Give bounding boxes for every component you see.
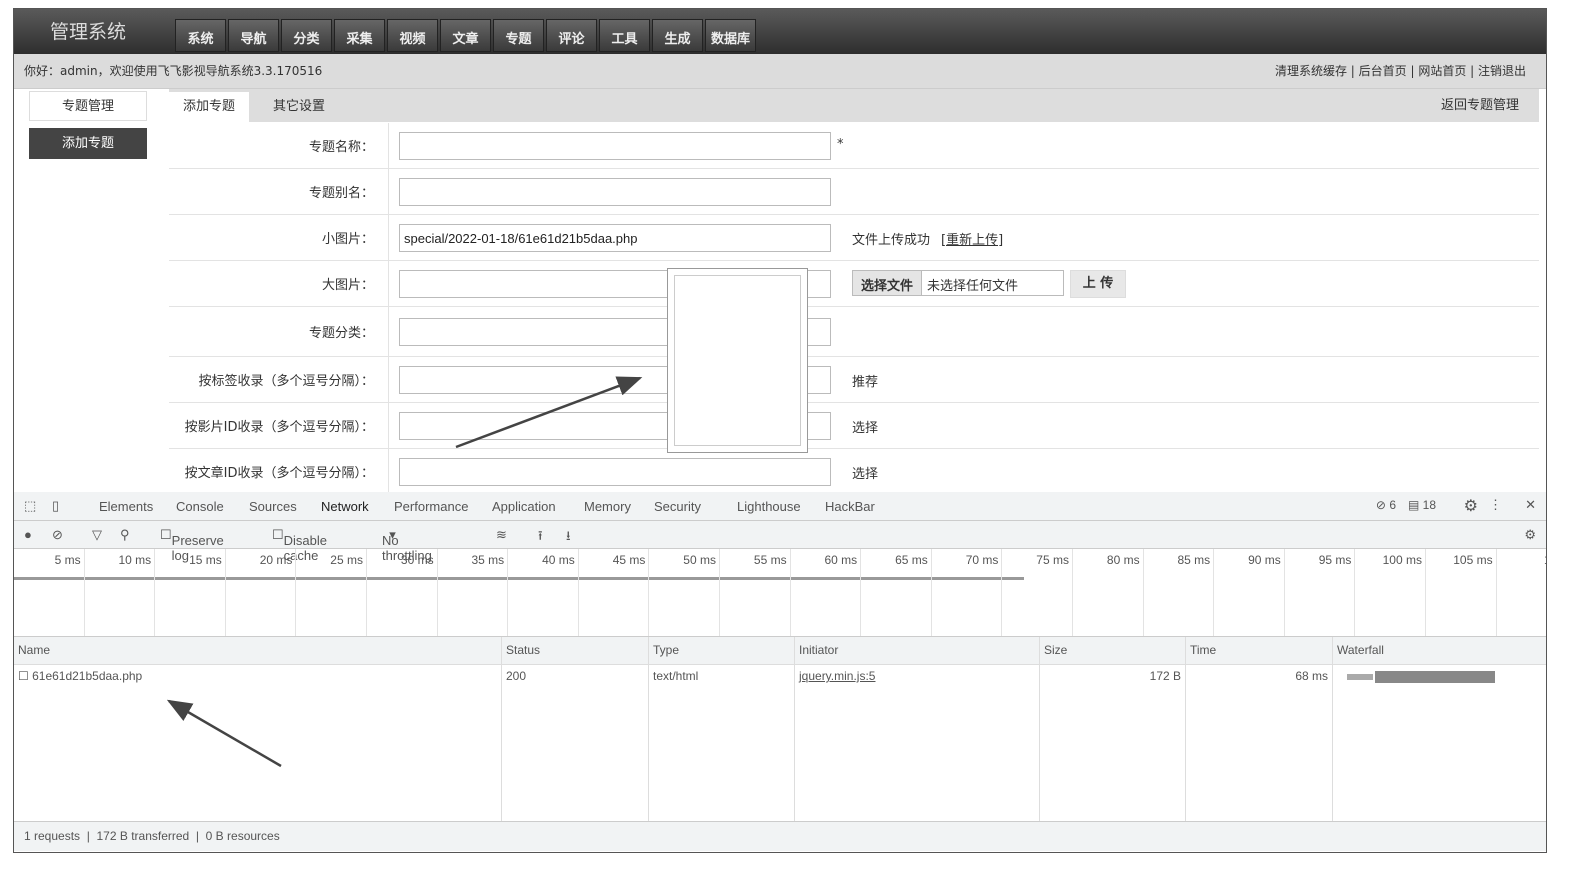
timeline-tick: 45 ms: [579, 549, 650, 636]
network-toolbar: ● ⊘ ▽ ⚲ ☐ Preserve log ☐ Disable cache N…: [14, 521, 1546, 563]
timeline-tick: 5 ms: [14, 549, 85, 636]
timeline-tick: 70 ms: [932, 549, 1003, 636]
timeline-tick: 60 ms: [791, 549, 862, 636]
cell-type: text/html: [653, 669, 790, 683]
devtools-tabs: ⬚ ▯ ⊘ 6 ▤ 18 ⚙ ⋮ ✕ Elements Console Source…: [14, 492, 1546, 523]
devtools-tab-elements[interactable]: Elements: [99, 492, 153, 521]
timeline-tick: 110: [1497, 549, 1546, 636]
cell-text: text/html: [653, 669, 699, 683]
cell-initiator[interactable]: jquery.min.js:5: [799, 669, 1035, 683]
disable-cache-checkbox[interactable]: ☐ Disable cache: [272, 527, 327, 563]
message-count[interactable]: ▤ 18: [1408, 498, 1436, 512]
cell-text: 172 B: [1149, 669, 1181, 683]
column-name: Name ☐ 61e61d21b5daa.php: [14, 637, 502, 823]
waterfall-bar: [1337, 671, 1543, 683]
column-header[interactable]: Initiator: [799, 643, 1035, 665]
column-header[interactable]: Status: [506, 643, 644, 665]
transferred-size: 172 B transferred: [96, 829, 190, 843]
column-status: Status 200: [502, 637, 649, 823]
column-time: Time 68 ms: [1186, 637, 1333, 823]
devtools-tab-hackbar[interactable]: HackBar: [825, 492, 875, 521]
timeline-tick: 40 ms: [508, 549, 579, 636]
timeline-tick: 10 ms: [85, 549, 156, 636]
close-icon[interactable]: ✕: [1525, 497, 1536, 513]
timeline-tick: 85 ms: [1144, 549, 1215, 636]
column-initiator: Initiator jquery.min.js:5: [795, 637, 1040, 823]
column-header[interactable]: Name: [18, 643, 497, 665]
network-settings-icon[interactable]: ⚙: [1524, 527, 1536, 543]
status-bar: 1 requests | 172 B transferred | 0 B res…: [14, 821, 1546, 851]
timeline-tick: 30 ms: [367, 549, 438, 636]
cell-text: 200: [506, 669, 527, 683]
devtools-tab-console[interactable]: Console: [176, 492, 224, 521]
cell-text: jquery.min.js:5: [799, 669, 876, 683]
timeline-tick: 105 ms: [1426, 549, 1497, 636]
arrow-to-preview: [455, 376, 643, 449]
cell-text: 61e61d21b5daa.php: [32, 669, 143, 683]
timeline-tick: 100 ms: [1355, 549, 1426, 636]
column-type: Type text/html: [649, 637, 795, 823]
devtools-tab-performance[interactable]: Performance: [394, 492, 468, 521]
cell-status: 200: [506, 669, 644, 683]
devtools-tab-sources[interactable]: Sources: [249, 492, 297, 521]
throttling-select[interactable]: No throttling ▾: [382, 527, 432, 563]
devtools-panel: ⬚ ▯ ⊘ 6 ▤ 18 ⚙ ⋮ ✕ Elements Console Source…: [14, 492, 1546, 852]
more-icon[interactable]: ⋮: [1489, 497, 1502, 513]
timeline-tick: 90 ms: [1214, 549, 1285, 636]
cell-name[interactable]: ☐ 61e61d21b5daa.php: [18, 669, 497, 683]
error-count[interactable]: ⊘ 6: [1376, 498, 1396, 512]
timeline-tick: 65 ms: [861, 549, 932, 636]
record-icon[interactable]: ●: [24, 527, 32, 542]
message-count-text: 18: [1422, 498, 1436, 512]
timeline-tick: 75 ms: [1002, 549, 1073, 636]
upload-icon[interactable]: ⭱: [538, 527, 543, 549]
column-header[interactable]: Type: [653, 643, 790, 665]
wifi-icon[interactable]: ≋: [496, 527, 507, 543]
clear-icon[interactable]: ⊘: [52, 527, 63, 543]
search-icon[interactable]: ⚲: [120, 527, 130, 543]
column-header[interactable]: Size: [1044, 643, 1181, 665]
inspect-icon[interactable]: ⬚: [24, 498, 36, 514]
resources-size: 0 B resources: [205, 829, 280, 843]
devtools-tab-lighthouse[interactable]: Lighthouse: [737, 492, 801, 521]
error-count-text: 6: [1389, 498, 1396, 512]
timeline-tick: 20 ms: [226, 549, 297, 636]
device-toggle-icon[interactable]: ▯: [52, 498, 59, 514]
timeline-tick: 55 ms: [720, 549, 791, 636]
devtools-tab-network[interactable]: Network: [321, 492, 369, 523]
filter-icon[interactable]: ▽: [92, 527, 102, 543]
cell-text: 68 ms: [1295, 669, 1328, 683]
screenshot-frame: 管理系统 系统 导航 分类 采集 视频 文章 专题 评论 工具 生成 数据库 你好：admin，欢迎…: [13, 8, 1547, 853]
column-waterfall: Waterfall: [1333, 637, 1546, 823]
column-size: Size 172 B: [1040, 637, 1186, 823]
timeline-tick: 35 ms: [438, 549, 509, 636]
devtools-tab-memory[interactable]: Memory: [584, 492, 631, 521]
column-header[interactable]: Time: [1190, 643, 1328, 665]
timeline-tick: 25 ms: [296, 549, 367, 636]
devtools-tab-application[interactable]: Application: [492, 492, 556, 521]
download-icon[interactable]: ⭳: [566, 527, 571, 549]
timeline-tick: 95 ms: [1285, 549, 1356, 636]
timeline-overview[interactable]: 5 ms 10 ms 15 ms 20 ms 25 ms 30 ms 35 ms 40 ms 4…: [14, 549, 1546, 637]
cell-time: 68 ms: [1190, 669, 1328, 683]
column-header[interactable]: Waterfall: [1337, 643, 1543, 665]
preserve-log-checkbox[interactable]: ☐ Preserve log: [160, 527, 224, 563]
requests-count: 1 requests: [24, 829, 81, 843]
devtools-tab-security[interactable]: Security: [654, 492, 701, 521]
settings-icon[interactable]: ⚙: [1464, 496, 1478, 516]
cell-size: 172 B: [1044, 669, 1181, 683]
timeline-tick: 15 ms: [155, 549, 226, 636]
timeline-tick: 80 ms: [1073, 549, 1144, 636]
timeline-tick: 50 ms: [649, 549, 720, 636]
